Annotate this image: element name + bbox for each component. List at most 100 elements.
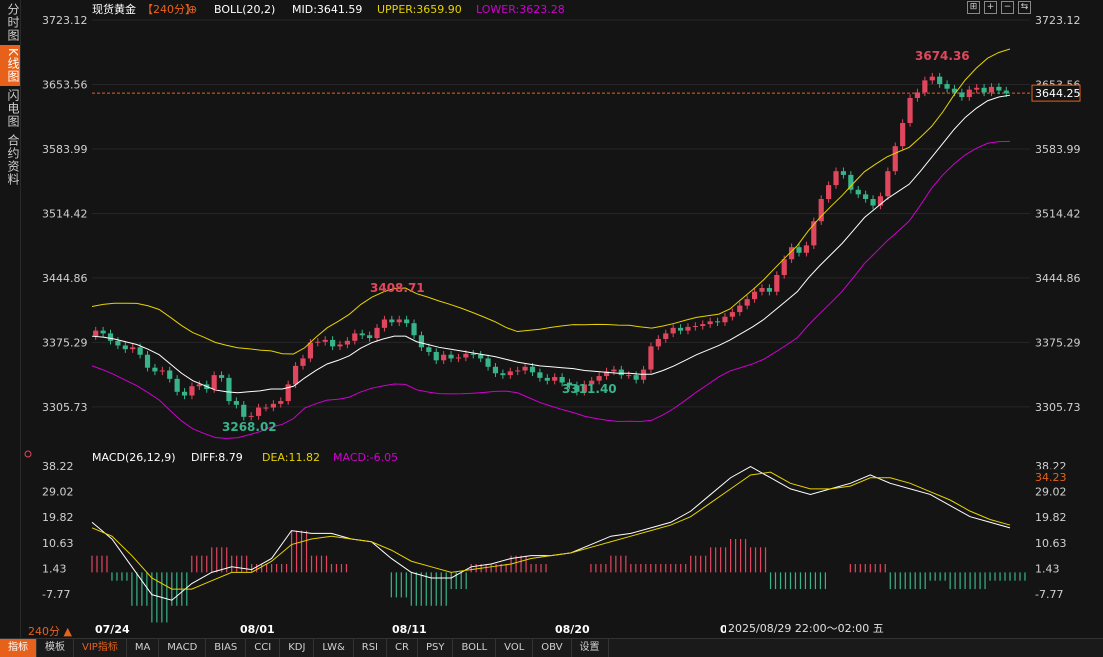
macd-header: MACD(26,12,9) — [92, 451, 176, 464]
macd-tick-right: 1.43 — [1035, 562, 1060, 575]
candle-body — [455, 357, 462, 359]
candle-body — [774, 275, 780, 292]
candle-body — [626, 375, 632, 377]
macd-tick-left: 38.22 — [42, 460, 74, 473]
date-label: 07/24 — [95, 623, 130, 636]
price-tick-left: 3514.42 — [42, 207, 88, 220]
indicator-tab-15[interactable]: 设置 — [572, 639, 609, 657]
indicator-tab-13[interactable]: VOL — [496, 639, 534, 657]
candle-body — [996, 86, 1002, 91]
candle-body — [93, 330, 99, 337]
candle-body — [315, 341, 321, 343]
timeframe-selector[interactable]: 240分 ▲ — [28, 623, 72, 639]
kline-chart[interactable]: 3723.123723.123653.563653.563583.993583.… — [20, 0, 1103, 638]
candle-body — [130, 347, 136, 350]
candle-body — [226, 377, 232, 402]
indicator-tab-1[interactable]: 模板 — [37, 639, 74, 657]
candle-body — [292, 365, 299, 385]
candle-body — [552, 376, 558, 381]
low2-annotation: 3311.40 — [562, 382, 617, 396]
price-tick-right: 3444.86 — [1035, 272, 1081, 285]
candle-body — [441, 354, 447, 361]
indicator-tab-7[interactable]: KDJ — [280, 639, 315, 657]
candle-body — [670, 327, 676, 334]
low-annotation: 3268.02 — [222, 420, 277, 434]
indicator-tab-14[interactable]: OBV — [533, 639, 572, 657]
candle-body — [900, 122, 906, 147]
candle-body — [974, 87, 980, 90]
indicator-tab-11[interactable]: PSY — [418, 639, 454, 657]
indicator-toolbar: 指标 模板 VIP指标 MA MACD BIAS CCI KDJ LW& RSI CR PSY BOLL… — [0, 638, 1103, 657]
upper-value: UPPER:3659.90 — [377, 3, 462, 16]
macd-tick-left: 19.82 — [42, 511, 74, 524]
candle-body — [418, 335, 425, 348]
sidebar-tab-2[interactable]: 闪电图 — [0, 86, 20, 131]
candle-body — [663, 333, 669, 339]
candle-body — [478, 354, 484, 359]
indicator-tab-10[interactable]: CR — [387, 639, 418, 657]
peak-annotation: 3408.71 — [370, 281, 425, 295]
candle-body — [685, 326, 691, 331]
candle-body — [255, 407, 262, 416]
indicator-tab-12[interactable]: BOLL — [453, 639, 497, 657]
candle-body — [1003, 90, 1009, 94]
indicator-tab-5[interactable]: BIAS — [206, 639, 247, 657]
candle-body — [907, 97, 913, 123]
candle-body — [833, 171, 839, 186]
dea-line — [91, 471, 1011, 590]
candle-body — [396, 319, 402, 323]
price-tick-right: 3305.73 — [1035, 401, 1081, 414]
dea-value: DEA:11.82 — [262, 451, 320, 464]
candle-body — [374, 327, 380, 339]
candle-body — [263, 407, 269, 409]
candle-body — [307, 342, 313, 359]
indicator-tab-3[interactable]: MA — [127, 639, 160, 657]
gear-icon[interactable]: ⊕ — [188, 3, 197, 16]
candle-body — [700, 324, 706, 326]
lower-value: LOWER:3623.28 — [476, 3, 565, 16]
indicator-tab-2[interactable]: VIP指标 — [74, 639, 127, 657]
candle-body — [959, 92, 965, 98]
candle-body — [648, 346, 654, 370]
zoom-in-icon[interactable]: + — [984, 1, 997, 14]
sidebar-tab-1[interactable]: K线图 — [0, 45, 20, 86]
sidebar-tab-3[interactable]: 合约资料 — [0, 131, 20, 189]
date-label: 08/01 — [240, 623, 275, 636]
candle-body — [352, 333, 358, 341]
candle-body — [944, 84, 950, 89]
candle-body — [840, 171, 847, 175]
candle-body — [322, 339, 328, 342]
candle-body — [189, 386, 195, 396]
candle-body — [870, 199, 876, 206]
price-tick-left: 3444.86 — [42, 272, 88, 285]
candle-body — [596, 376, 602, 381]
current-price-label: 3644.25 — [1035, 87, 1081, 100]
price-tick-left: 3723.12 — [42, 14, 88, 27]
candle-body — [470, 353, 476, 355]
high-annotation: 3674.36 — [915, 49, 970, 63]
arrow-icon[interactable]: ⇆ — [1018, 1, 1031, 14]
candle-body — [611, 369, 617, 372]
candle-body — [507, 371, 513, 376]
boll-mid-line — [91, 94, 1011, 394]
price-tick-left: 3653.56 — [42, 78, 88, 91]
zoom-out-icon[interactable]: − — [1001, 1, 1014, 14]
price-tick-right: 3514.42 — [1035, 207, 1081, 220]
macd-current-label: 34.23 — [1035, 471, 1067, 484]
candle-body — [929, 76, 935, 81]
candle-body — [144, 354, 151, 368]
indicator-tab-6[interactable]: CCI — [246, 639, 281, 657]
candle-body — [633, 375, 639, 380]
candle-body — [922, 80, 928, 93]
sidebar-tab-0[interactable]: 分时图 — [0, 0, 20, 45]
indicator-tab-9[interactable]: RSI — [354, 639, 388, 657]
indicator-tab-0[interactable]: 指标 — [0, 639, 37, 657]
expand-icon[interactable]: ⊞ — [967, 1, 980, 14]
macd-tick-left: 1.43 — [42, 562, 67, 575]
indicator-tab-8[interactable]: LW& — [314, 639, 354, 657]
indicator-tab-4[interactable]: MACD — [159, 639, 207, 657]
candle-body — [381, 319, 388, 328]
price-tick-left: 3375.29 — [42, 336, 88, 349]
candle-body — [448, 354, 454, 359]
candle-body — [241, 404, 247, 417]
